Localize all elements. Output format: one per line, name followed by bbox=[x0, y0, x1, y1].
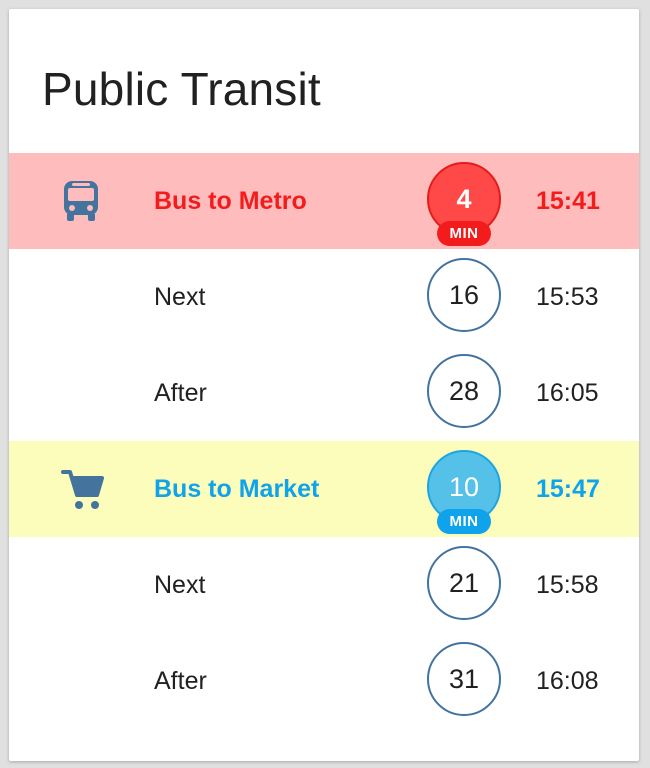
minutes-badge: 31 bbox=[427, 642, 501, 716]
departure-list: Bus to Metro 4 MIN 15:41 Next 16 15:53 A… bbox=[9, 153, 639, 729]
route-label: After bbox=[154, 379, 207, 407]
cart-icon bbox=[61, 467, 104, 511]
card-title: Public Transit bbox=[42, 63, 321, 115]
departure-time: 15:53 bbox=[536, 283, 599, 311]
departure-row-after[interactable]: After 31 16:08 bbox=[9, 633, 639, 729]
departure-time: 15:47 bbox=[536, 475, 600, 503]
departure-row-primary[interactable]: Bus to Market 10 MIN 15:47 bbox=[9, 441, 639, 537]
departure-time: 16:05 bbox=[536, 379, 599, 407]
departure-time: 15:58 bbox=[536, 571, 599, 599]
departure-time: 16:08 bbox=[536, 667, 599, 695]
departure-row-next[interactable]: Next 21 15:58 bbox=[9, 537, 639, 633]
departure-row-next[interactable]: Next 16 15:53 bbox=[9, 249, 639, 345]
departure-row-after[interactable]: After 28 16:05 bbox=[9, 345, 639, 441]
route-label: After bbox=[154, 667, 207, 695]
route-label: Next bbox=[154, 283, 206, 311]
minutes-badge: 28 bbox=[427, 354, 501, 428]
route-label: Bus to Market bbox=[154, 475, 320, 503]
transit-card: Public Transit Bus to Metro 4 MIN 15:41 bbox=[9, 9, 639, 761]
route-label: Next bbox=[154, 571, 206, 599]
minutes-unit-tag: MIN bbox=[437, 221, 491, 246]
minutes-badge: 21 bbox=[427, 546, 501, 620]
departure-time: 15:41 bbox=[536, 187, 600, 215]
bus-icon bbox=[61, 179, 101, 223]
minutes-unit-tag: MIN bbox=[437, 509, 491, 534]
departure-row-primary[interactable]: Bus to Metro 4 MIN 15:41 bbox=[9, 153, 639, 249]
minutes-badge: 16 bbox=[427, 258, 501, 332]
route-label: Bus to Metro bbox=[154, 187, 307, 215]
